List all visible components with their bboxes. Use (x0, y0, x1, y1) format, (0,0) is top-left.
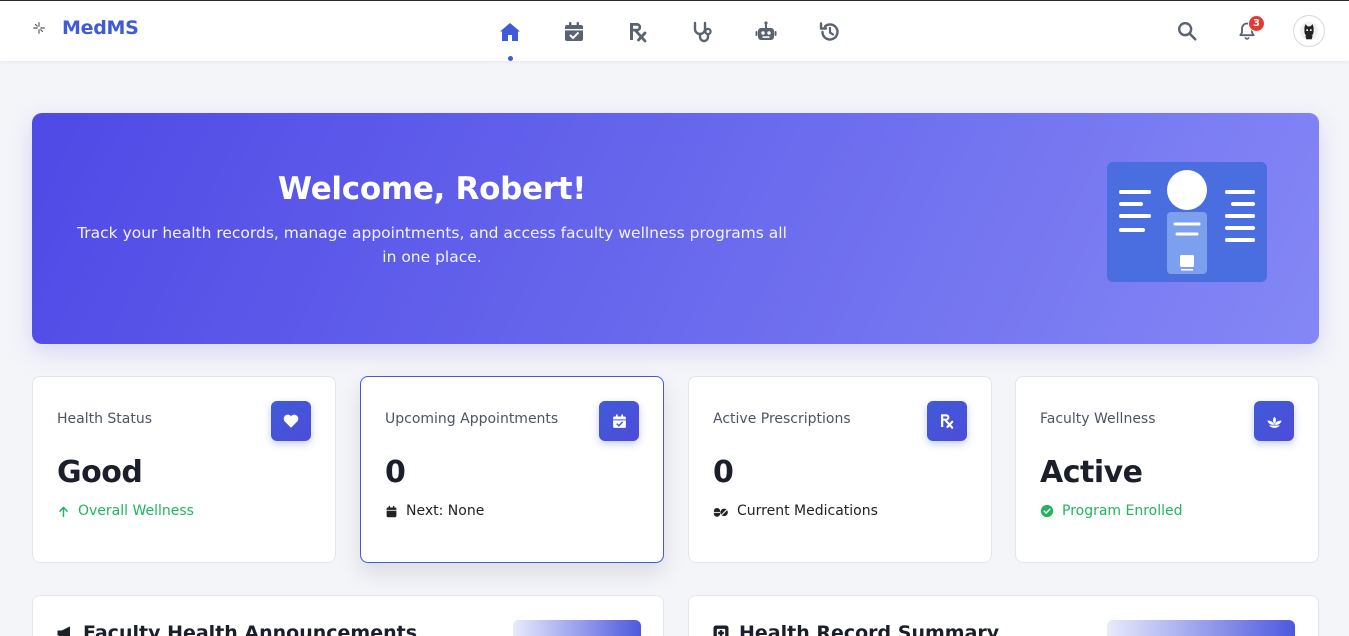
welcome-title: Welcome, Robert! (277, 171, 587, 207)
pills-icon (713, 507, 728, 517)
file-medical-icon (713, 625, 729, 636)
card-label: Active Prescriptions (713, 411, 851, 427)
card-value: 0 (385, 455, 406, 490)
card-footer-text: Program Enrolled (1062, 503, 1183, 519)
card-footer-text: Overall Wellness (78, 503, 194, 519)
check-circle-icon (1040, 504, 1054, 518)
header-actions: 3 (1173, 15, 1325, 47)
user-avatar[interactable] (1293, 15, 1325, 47)
card-footer-text: Next: None (406, 503, 485, 519)
card-label: Health Status (57, 411, 153, 427)
card-label: Upcoming Appointments (385, 411, 559, 427)
notification-count-badge: 3 (1248, 15, 1265, 32)
card-value: Active (1040, 455, 1143, 490)
nav-item-prescriptions[interactable] (606, 17, 670, 47)
faculty-announcements-panel: Faculty Health Announcements (32, 595, 664, 636)
welcome-subtitle: Track your health records, manage appoin… (77, 224, 787, 266)
sparkle-icon (30, 19, 48, 37)
panel-title-text: Faculty Health Announcements (83, 622, 418, 636)
arrow-up-icon (59, 506, 68, 517)
active-indicator (507, 56, 513, 61)
faculty-wellness-card[interactable]: Faculty Wellness Active Program Enrolled (1015, 376, 1319, 563)
brand-name: MedMS (62, 17, 139, 39)
nav-item-assistant[interactable] (734, 17, 798, 47)
health-record-summary-panel: Health Record Summary (688, 595, 1319, 636)
top-navbar: MedMS 3 (0, 0, 1349, 61)
calendar-check-icon (565, 22, 583, 41)
medical-record-illustration (1107, 162, 1267, 282)
panel-title: Faculty Health Announcements (55, 622, 417, 636)
search-button[interactable] (1173, 15, 1201, 47)
card-value: Good (57, 455, 143, 490)
upcoming-appointments-card[interactable]: Upcoming Appointments 0 Next: None (360, 376, 664, 563)
robot-icon (755, 21, 777, 40)
cat-avatar-icon (1299, 21, 1319, 41)
home-icon (500, 23, 520, 41)
card-footer: Overall Wellness (57, 503, 194, 519)
megaphone-icon (57, 626, 70, 636)
calendar-check-icon (599, 401, 639, 441)
announcements-action-button[interactable] (513, 620, 641, 636)
heart-icon (271, 401, 311, 441)
nav-item-appointments[interactable] (542, 17, 606, 47)
search-icon (1178, 22, 1197, 41)
nav-item-home[interactable] (478, 17, 542, 61)
card-footer-text: Current Medications (737, 503, 878, 519)
card-value: 0 (713, 455, 734, 490)
card-label: Faculty Wellness (1040, 411, 1156, 427)
stethoscope-icon (693, 21, 712, 43)
panel-title-text: Health Record Summary (739, 622, 1000, 636)
nav-item-consultation[interactable] (670, 17, 734, 47)
prescription-icon (630, 23, 647, 43)
card-footer: Next: None (385, 503, 484, 519)
health-status-card[interactable]: Health Status Good Overall Wellness (32, 376, 336, 563)
calendar-icon (386, 505, 397, 517)
welcome-text: Welcome, Robert! Track your health recor… (72, 171, 792, 269)
card-footer: Program Enrolled (1040, 503, 1183, 519)
health-record-action-button[interactable] (1107, 620, 1295, 636)
card-footer: Current Medications (713, 503, 878, 519)
lotus-icon (1254, 401, 1294, 441)
notifications-button[interactable]: 3 (1233, 15, 1265, 47)
active-prescriptions-card[interactable]: Active Prescriptions 0 Current Medicatio… (688, 376, 992, 563)
main-nav (478, 17, 862, 61)
panel-title: Health Record Summary (711, 622, 999, 636)
nav-item-history[interactable] (798, 17, 862, 47)
brand[interactable]: MedMS (30, 17, 139, 39)
history-icon (819, 22, 839, 41)
welcome-banner: Welcome, Robert! Track your health recor… (32, 113, 1319, 344)
prescription-icon (927, 401, 967, 441)
